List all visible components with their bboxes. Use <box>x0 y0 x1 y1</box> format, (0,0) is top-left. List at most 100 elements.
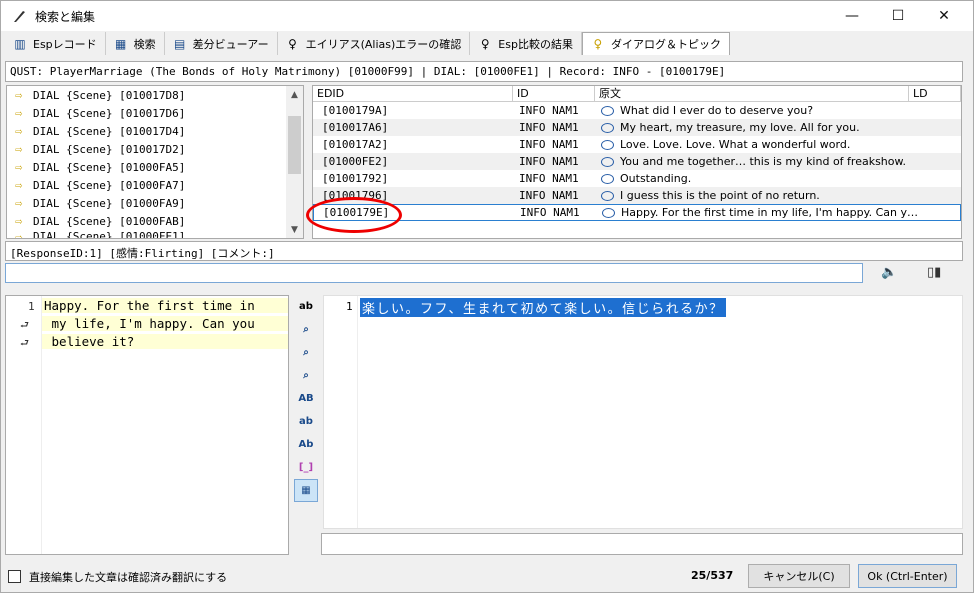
list-item[interactable]: ⇨ DIAL {Scene} [01000FE1] <box>7 230 303 239</box>
list-item[interactable]: ⇨ DIAL {Scene} [010017D8] <box>7 86 303 104</box>
spellcheck-button[interactable]: ab <box>294 295 318 318</box>
scroll-thumb[interactable] <box>288 116 301 174</box>
col-edid[interactable]: EDID <box>313 86 513 101</box>
tab-alias-errors[interactable]: ♀ エイリアス(Alias)エラーの確認 <box>278 32 471 55</box>
speech-bubble-icon <box>601 122 614 133</box>
find-prev-button[interactable]: ⌕ <box>294 364 318 387</box>
list-item[interactable]: ⇨ DIAL {Scene} [01000FA7] <box>7 176 303 194</box>
scroll-up-icon[interactable]: ▲ <box>286 86 303 103</box>
cell-id: INFO NAM1 <box>519 172 579 185</box>
list-item[interactable]: ⇨ DIAL {Scene} [010017D4] <box>7 122 303 140</box>
table-row[interactable]: [0100179A] INFO NAM1 What did I ever do to… <box>313 102 961 119</box>
capitalize-button[interactable]: Ab <box>294 433 318 456</box>
ok-button[interactable]: Ok (Ctrl-Enter) <box>858 564 957 588</box>
cell-id: INFO NAM1 <box>519 189 579 202</box>
cell-text: Outstanding. <box>620 172 692 185</box>
translation-editor[interactable]: 1 楽しい。フフ、生まれて初めて楽しい。信じられるか？ <box>323 295 963 529</box>
lightbulb-icon: ♀ <box>288 36 297 51</box>
lowercase-button[interactable]: ab <box>294 410 318 433</box>
line-number: 1 <box>28 300 35 313</box>
cell-edid: [01001792] <box>322 172 389 185</box>
response-info-field[interactable]: [ResponseID:1] [感情:Flirting] [コメント:] <box>5 241 963 261</box>
list-item-label: DIAL {Scene} [01000FE1] <box>33 230 186 239</box>
list-item[interactable]: ⇨ DIAL {Scene} [01000FA5] <box>7 158 303 176</box>
table-row[interactable]: [01000FE2] INFO NAM1 You and me together… … <box>313 153 961 170</box>
list-item[interactable]: ⇨ DIAL {Scene} [010017D6] <box>7 104 303 122</box>
tab-label: Esp比較の結果 <box>498 37 573 51</box>
compare-panes-icon[interactable]: ▯▮ <box>927 265 941 280</box>
tab-label: ダイアログ＆トピック <box>610 38 721 51</box>
table-row[interactable]: [01001792] INFO NAM1 Outstanding. <box>313 170 961 187</box>
lightbulb-icon: ♀ <box>593 37 603 51</box>
cell-edid: [0100179A] <box>322 104 389 117</box>
cell-text: Happy. For the first time in my life, I'… <box>621 206 918 219</box>
source-text-editor[interactable]: 1 ⮐ ⮐ Happy. For the first time in my li… <box>5 295 289 555</box>
minimize-button[interactable]: — <box>829 1 875 31</box>
tab-label: エイリアス(Alias)エラーの確認 <box>305 37 462 51</box>
title-bar: 検索と編集 — ☐ ✕ <box>1 1 973 31</box>
maximize-button[interactable]: ☐ <box>875 1 921 31</box>
col-ld[interactable]: LD <box>909 86 961 101</box>
search-edit-window: 検索と編集 — ☐ ✕ ▥ Espレコード ▦ 検索 ▤ 差分ビューアー ♀ エイリアス… <box>0 0 974 593</box>
close-button[interactable]: ✕ <box>921 1 967 31</box>
cell-id: INFO NAM1 <box>519 155 579 168</box>
cell-text: My heart, my treasure, my love. All for … <box>620 121 860 134</box>
table-row[interactable]: [010017A2] INFO NAM1 Love. Love. Love. Wha… <box>313 136 961 153</box>
list-item[interactable]: ⇨ DIAL {Scene} [01000FA9] <box>7 194 303 212</box>
confirm-checkbox[interactable] <box>8 570 21 583</box>
confirm-checkbox-label[interactable]: 直接編集した文章は確認済み翻訳にする <box>29 569 227 585</box>
find-next-button[interactable]: ⌕ <box>294 341 318 364</box>
record-counter: 25/537 <box>691 569 734 582</box>
find-button[interactable]: ⌕ <box>294 318 318 341</box>
list-scrollbar[interactable]: ▲ ▼ <box>286 86 303 238</box>
arrow-right-icon: ⇨ <box>15 160 23 174</box>
note-input[interactable] <box>5 263 863 283</box>
table-icon: ▤ <box>174 36 186 51</box>
dial-list[interactable]: ⇨ DIAL {Scene} [010017D8] ⇨ DIAL {Scene} [… <box>6 85 304 239</box>
arrow-right-icon: ⇨ <box>15 142 23 156</box>
tab-dialog-topic[interactable]: ♀ ダイアログ＆トピック <box>581 32 730 55</box>
list-item-label: DIAL {Scene} [010017D4] <box>33 124 186 138</box>
tab-bar: ▥ Espレコード ▦ 検索 ▤ 差分ビューアー ♀ エイリアス(Alias)エラーの確… <box>5 32 730 55</box>
col-id[interactable]: ID <box>513 86 595 101</box>
list-item-label: DIAL {Scene} [010017D6] <box>33 106 186 120</box>
list-item[interactable]: ⇨ DIAL {Scene} [01000FAB] <box>7 212 303 230</box>
list-item-label: DIAL {Scene} [01000FA7] <box>33 178 186 192</box>
insert-tag-button[interactable]: [_] <box>294 456 318 479</box>
table-row-selected[interactable]: [0100179E] INFO NAM1 Happy. For the first … <box>313 204 961 221</box>
tab-esp-compare[interactable]: ♀ Esp比較の結果 <box>470 32 582 55</box>
word-wrap-icon: ⮐ <box>20 338 29 349</box>
list-item-label: DIAL {Scene} [010017D2] <box>33 142 186 156</box>
tab-label: 差分ビューアー <box>192 37 269 51</box>
tab-diff-viewer[interactable]: ▤ 差分ビューアー <box>165 32 278 55</box>
list-item[interactable]: ⇨ DIAL {Scene} [010017D2] <box>7 140 303 158</box>
list-item-label: DIAL {Scene} [010017D8] <box>33 88 186 102</box>
cell-edid: [010017A6] <box>322 121 389 134</box>
dictionary-button[interactable]: ▦ <box>294 479 318 502</box>
cell-text: You and me together… this is my kind of … <box>620 155 906 168</box>
table-row[interactable]: [01001796] INFO NAM1 I guess this is the p… <box>313 187 961 204</box>
translation-text[interactable]: 楽しい。フフ、生まれて初めて楽しい。信じられるか？ <box>360 298 726 317</box>
speech-bubble-icon <box>601 105 614 116</box>
cancel-button[interactable]: キャンセル(C) <box>748 564 850 588</box>
speech-bubble-icon <box>601 190 614 201</box>
speaker-icon[interactable]: 🔈 <box>881 265 897 280</box>
uppercase-button[interactable]: AB <box>294 387 318 410</box>
tab-esp-record[interactable]: ▥ Espレコード <box>5 32 106 55</box>
cell-id: INFO NAM1 <box>519 104 579 117</box>
col-source[interactable]: 原文 <box>595 86 909 101</box>
source-line: Happy. For the first time in <box>42 298 288 313</box>
scroll-down-icon[interactable]: ▼ <box>286 221 303 238</box>
speech-bubble-icon <box>602 207 615 218</box>
table-row[interactable]: [010017A6] INFO NAM1 My heart, my treasure… <box>313 119 961 136</box>
tab-search[interactable]: ▦ 検索 <box>106 32 165 55</box>
editor-toolbar: ab ⌕ ⌕ ⌕ AB ab Ab [_] ▦ <box>294 295 318 515</box>
cell-id: INFO NAM1 <box>520 206 580 219</box>
record-path-field[interactable]: QUST: PlayerMarriage (The Bonds of Holy … <box>5 61 963 82</box>
lightbulb-icon: ♀ <box>480 36 490 51</box>
arrow-right-icon: ⇨ <box>15 124 23 138</box>
quill-icon <box>14 11 25 22</box>
arrow-right-icon: ⇨ <box>15 88 23 102</box>
info-grid[interactable]: EDID ID 原文 LD [0100179A] INFO NAM1 What di… <box>312 85 962 239</box>
translation-input[interactable] <box>321 533 963 555</box>
